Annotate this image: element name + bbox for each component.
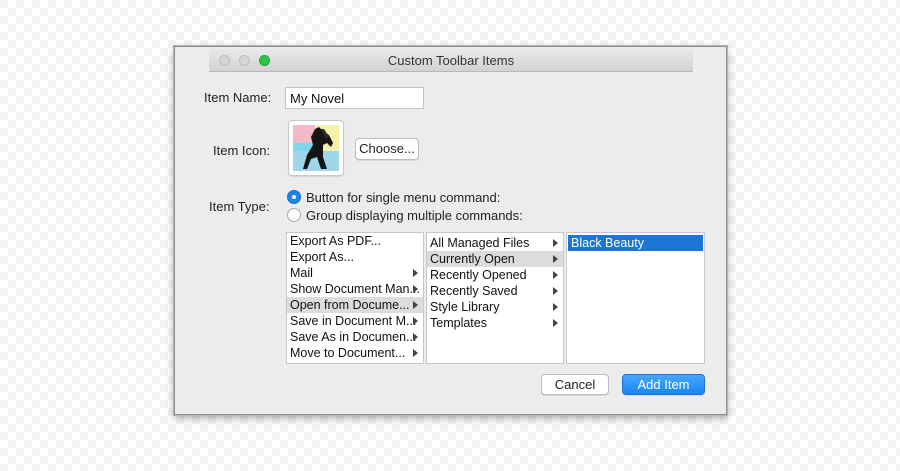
chevron-right-icon [553,255,558,263]
chevron-right-icon [413,333,418,341]
list-item[interactable]: Templates [427,315,563,331]
list-item[interactable]: Recently Saved [427,283,563,299]
list-item-selected[interactable]: Black Beauty [568,235,703,251]
chevron-right-icon [413,285,418,293]
list-item[interactable]: Save in Document M... [287,313,423,329]
item-icon-label: Item Icon: [213,143,271,158]
item-name-field[interactable] [285,87,424,109]
chevron-right-icon [413,317,418,325]
command-column-3[interactable]: Black Beauty [566,232,705,364]
add-item-button[interactable]: Add Item [622,374,705,395]
choose-button[interactable]: Choose... [355,138,419,160]
chevron-right-icon [553,319,558,327]
list-item[interactable]: All Managed Files [427,235,563,251]
command-column-1[interactable]: Export As PDF... Export As... Mail Show … [286,232,424,364]
list-item[interactable]: Export As... [287,249,423,265]
chevron-right-icon [553,271,558,279]
chevron-right-icon [413,349,418,357]
list-item[interactable]: Move to Document... [287,345,423,361]
list-item[interactable]: Style Library [427,299,563,315]
radio-unselected-icon[interactable] [287,208,301,222]
chevron-right-icon [413,269,418,277]
title-bar[interactable]: Custom Toolbar Items [209,49,693,72]
list-item[interactable]: Save As in Documen... [287,329,423,345]
command-column-2[interactable]: All Managed Files Currently Open Recentl… [426,232,564,364]
list-item[interactable]: Export As PDF... [287,233,423,249]
chevron-right-icon [553,239,558,247]
custom-toolbar-items-dialog: Custom Toolbar Items Item Name: Item Ico… [174,46,727,415]
radio-group-commands-label: Group displaying multiple commands: [306,207,523,223]
radio-single-command[interactable]: Button for single menu command: [287,188,500,206]
chevron-right-icon [413,301,418,309]
list-item[interactable]: Show Document Man... [287,281,423,297]
radio-selected-icon[interactable] [287,190,301,204]
item-icon-well[interactable] [288,120,344,176]
radio-single-command-label: Button for single menu command: [306,189,501,205]
cancel-button[interactable]: Cancel [541,374,609,395]
window-title: Custom Toolbar Items [387,53,515,68]
horse-image-icon [293,125,339,171]
list-item-selected[interactable]: Open from Docume... [287,297,423,313]
list-item[interactable]: Mail [287,265,423,281]
item-type-label: Item Type: [209,199,270,214]
chevron-right-icon [553,303,558,311]
radio-group-commands[interactable]: Group displaying multiple commands: [287,206,523,224]
item-name-label: Item Name: [204,90,272,105]
list-item[interactable]: Recently Opened [427,267,563,283]
chevron-right-icon [553,287,558,295]
list-item-selected[interactable]: Currently Open [427,251,563,267]
